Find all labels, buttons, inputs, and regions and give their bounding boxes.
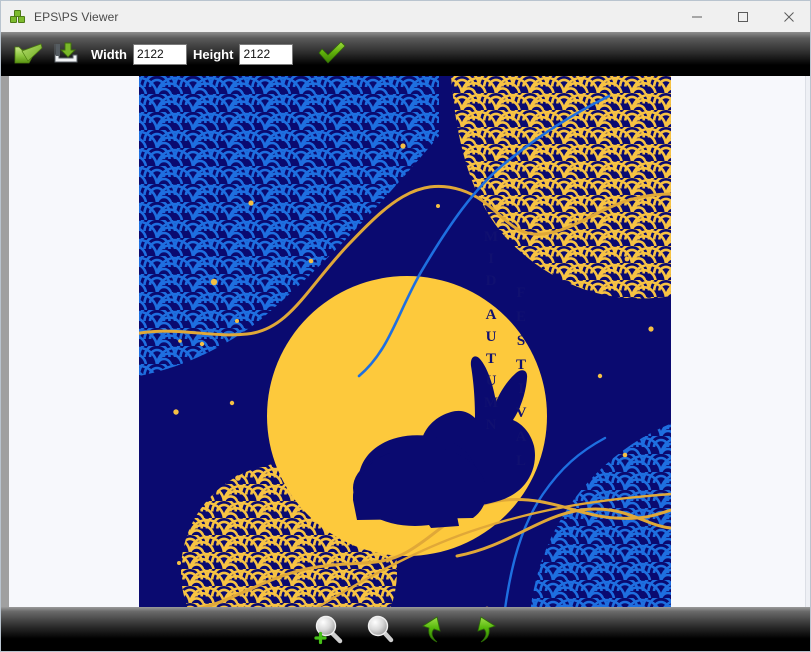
svg-text:D: D — [486, 273, 497, 289]
window-controls — [674, 1, 810, 32]
svg-text:V: V — [516, 405, 527, 421]
title-bar: EPS\PS Viewer — [1, 1, 810, 33]
image-viewer-area[interactable]: M I D A U T U M N F E S T I V A L — [1, 76, 810, 609]
bottom-toolbar — [1, 607, 810, 651]
maximize-button[interactable] — [720, 1, 766, 32]
minimize-icon — [692, 16, 702, 17]
height-input[interactable] — [239, 43, 294, 65]
svg-text:I: I — [488, 251, 494, 267]
width-label: Width — [91, 46, 127, 62]
open-file-button[interactable] — [9, 36, 47, 72]
svg-text:F: F — [516, 285, 525, 301]
svg-text:T: T — [486, 351, 496, 367]
artwork-canvas[interactable]: M I D A U T U M N F E S T I V A L — [139, 76, 671, 609]
svg-text:A: A — [516, 429, 527, 445]
zoom-in-icon — [313, 615, 342, 645]
svg-text:M: M — [484, 395, 498, 411]
minimize-button[interactable] — [674, 1, 720, 32]
window-title: EPS\PS Viewer — [34, 9, 119, 24]
eps-ps-viewer-window: EPS\PS Viewer Width 2122 Height 2122 M I… — [0, 0, 811, 652]
green-check-icon — [318, 41, 346, 64]
svg-text:M: M — [484, 229, 498, 245]
svg-text:E: E — [516, 309, 526, 325]
svg-text:N: N — [486, 417, 497, 433]
width-input[interactable] — [132, 43, 187, 65]
rotate-left-button[interactable] — [411, 609, 455, 649]
viewer-left-scrollbar[interactable] — [1, 76, 9, 609]
zoom-out-button[interactable] — [359, 609, 403, 649]
top-toolbar: Width Height — [1, 32, 810, 76]
rotate-left-icon — [421, 616, 441, 643]
svg-text:S: S — [517, 333, 525, 349]
zoom-in-button[interactable] — [307, 609, 351, 649]
rotate-right-icon — [476, 616, 496, 643]
svg-text:A: A — [486, 307, 497, 323]
maximize-icon — [738, 11, 748, 22]
height-label: Height — [192, 46, 234, 62]
svg-text:U: U — [486, 329, 497, 345]
svg-text:L: L — [516, 453, 526, 469]
apply-size-button[interactable] — [313, 36, 351, 72]
open-folder-icon — [14, 43, 43, 64]
close-button[interactable] — [766, 1, 810, 32]
save-file-button[interactable] — [47, 36, 85, 72]
svg-text:T: T — [516, 357, 526, 373]
rotate-right-button[interactable] — [463, 609, 507, 649]
svg-text:U: U — [486, 373, 497, 389]
mid-autumn-festival-artwork: M I D A U T U M N F E S T I V A L — [139, 76, 671, 609]
zoom-out-icon — [367, 615, 393, 643]
cubes-icon — [10, 9, 26, 25]
viewer-right-scrollbar[interactable] — [805, 76, 810, 609]
svg-text:I: I — [518, 381, 524, 397]
close-icon — [784, 11, 794, 22]
save-icon — [54, 42, 78, 63]
